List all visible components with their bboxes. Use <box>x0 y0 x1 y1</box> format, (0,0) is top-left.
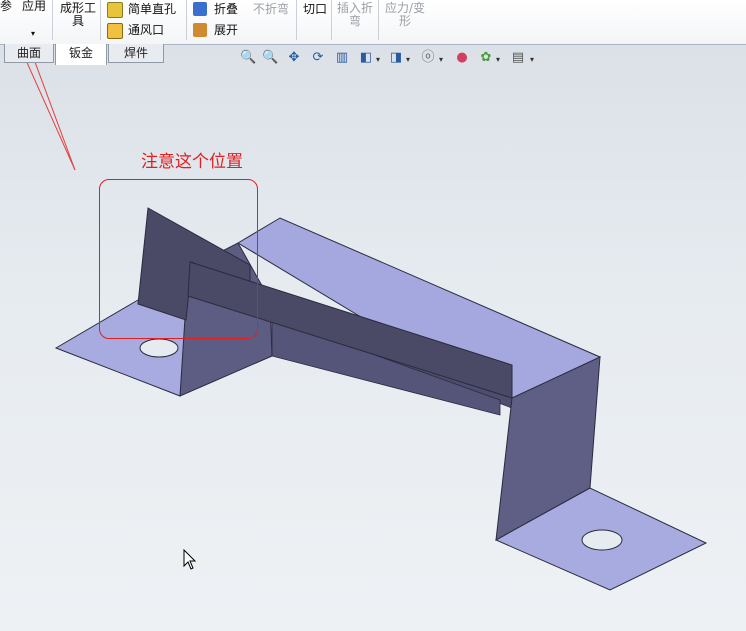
display-style-icon[interactable]: ◨ <box>388 50 404 66</box>
fold-button[interactable]: 折叠 <box>214 3 238 16</box>
chevron-down-icon[interactable]: ▾ <box>530 55 534 64</box>
vent-icon <box>107 23 123 39</box>
fold-icon <box>193 2 207 16</box>
ribbon-separator <box>296 0 297 40</box>
section-view-icon[interactable]: ▥ <box>334 50 350 66</box>
rotate-icon[interactable]: ⟳ <box>310 50 326 66</box>
apply-dropdown-icon[interactable]: ▾ <box>31 27 35 40</box>
unfold-button[interactable]: 展开 <box>214 24 238 37</box>
zoom-area-icon[interactable]: 🔍 <box>262 50 278 66</box>
annotation-label: 注意这个位置 <box>141 152 243 172</box>
mouse-cursor-icon <box>183 549 197 570</box>
left-hole <box>139 338 179 358</box>
appearance-icon[interactable]: ● <box>454 50 470 66</box>
vent-button[interactable]: 通风口 <box>128 24 164 37</box>
ribbon-separator <box>186 0 187 40</box>
forming-tool-button[interactable]: 成形工具 <box>58 2 98 28</box>
cut-button[interactable]: 切口 <box>303 3 327 16</box>
chevron-down-icon[interactable]: ▾ <box>496 55 500 64</box>
ribbon-separator <box>52 0 53 40</box>
chevron-down-icon[interactable]: ▾ <box>406 55 410 64</box>
right-hole <box>581 529 623 551</box>
stress-deform-button[interactable]: 应力/变形 <box>382 2 428 28</box>
tab-weldments[interactable]: 焊件 <box>108 44 164 63</box>
tab-sheet-metal[interactable]: 钣金 <box>55 44 107 65</box>
chevron-down-icon[interactable]: ▾ <box>439 55 443 64</box>
unfold-icon <box>193 23 207 37</box>
simple-hole-button[interactable]: 简单直孔 <box>128 3 176 16</box>
apply-button[interactable]: 应用 <box>22 0 46 13</box>
view-orientation-icon[interactable]: ◧ <box>358 50 374 66</box>
no-bend-button[interactable]: 不折弯 <box>253 3 289 16</box>
chevron-down-icon[interactable]: ▾ <box>376 55 380 64</box>
insert-bend-button[interactable]: 插入折弯 <box>335 2 375 28</box>
ribbon-separator <box>100 0 101 40</box>
simple-hole-icon <box>107 2 123 18</box>
partial-left-label[interactable]: 参 <box>0 0 12 13</box>
highlight-rectangle <box>99 179 258 339</box>
zoom-to-fit-icon[interactable]: 🔍 <box>240 50 256 66</box>
heads-up-view-toolbar: 🔍 🔍 ✥ ⟳ ▥ ◧ ▾ ◨ ▾ ⓞ ▾ ● ✿ ▾ ▤ ▾ <box>240 48 540 70</box>
ribbon-separator <box>378 0 379 40</box>
render-tools-icon[interactable]: ▤ <box>510 50 526 66</box>
ribbon-separator <box>331 0 332 40</box>
ribbon-toolbar: 参 应用 ▾ 成形工具 简单直孔 通风口 折叠 展开 不折弯 切口 插入折弯 应… <box>0 0 746 45</box>
tab-surface[interactable]: 曲面 <box>4 44 54 63</box>
hide-show-icon[interactable]: ⓞ <box>420 50 436 66</box>
scene-icon[interactable]: ✿ <box>478 50 494 66</box>
pan-icon[interactable]: ✥ <box>286 50 302 66</box>
